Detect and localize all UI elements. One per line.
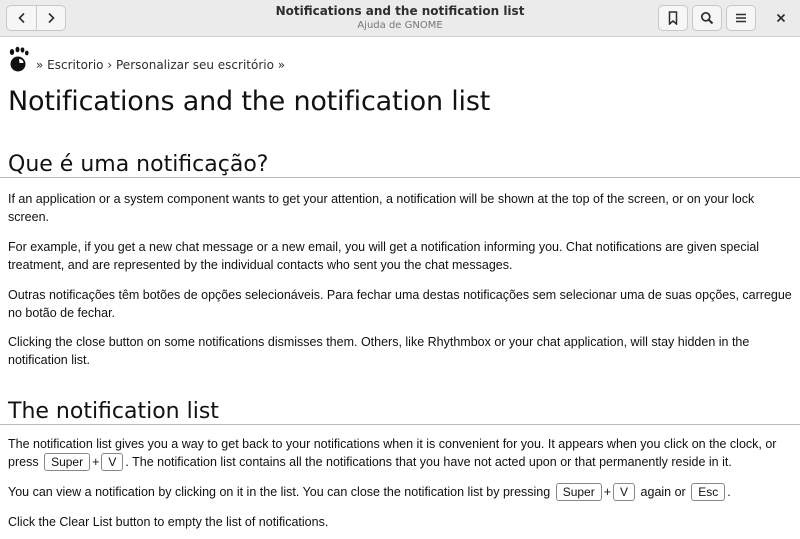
menu-button[interactable] <box>726 5 756 31</box>
key-v: V <box>613 483 636 501</box>
paragraph: Outras notificações têm botões de opções… <box>8 288 792 320</box>
key-super: Super <box>555 483 602 501</box>
back-button[interactable] <box>7 6 36 30</box>
bookmark-icon <box>668 11 678 25</box>
window-subtitle: Ajuda de GNOME <box>357 20 443 31</box>
search-icon <box>700 11 714 25</box>
paragraph-text: again or <box>640 485 686 499</box>
paragraph-text: You can view a notification by clicking … <box>8 485 551 499</box>
paragraph-text: . The notification list contains all the… <box>125 455 732 469</box>
header-bar: Notifications and the notification list … <box>0 0 800 37</box>
section-heading-notification-list: The notification list <box>0 399 800 425</box>
hamburger-menu-icon <box>736 13 746 23</box>
paragraph: For example, if you get a new chat messa… <box>8 240 760 272</box>
paragraph: If an application or a system component … <box>8 192 755 224</box>
breadcrumb-link-escritorio[interactable]: Escritorio <box>47 58 103 72</box>
close-window-button[interactable] <box>766 5 796 31</box>
section-heading-what-is-notification: Que é uma notificação? <box>0 152 800 178</box>
forward-button[interactable] <box>36 6 65 30</box>
navigation-buttons <box>6 5 66 31</box>
paragraph: You can view a notification by clicking … <box>8 483 794 501</box>
page-title: Notifications and the notification list <box>8 86 491 117</box>
gnome-foot-logo <box>9 46 29 72</box>
paragraph: Click the Clear List button to empty the… <box>8 515 329 529</box>
search-button[interactable] <box>692 5 722 31</box>
paragraph: Clicking the close button on some notifi… <box>8 335 750 367</box>
breadcrumb: » Escritorio › Personalizar seu escritór… <box>8 43 285 73</box>
paragraph-text: . <box>727 485 731 499</box>
key-plus: + <box>92 455 100 469</box>
bookmark-button[interactable] <box>658 5 688 31</box>
chevron-left-icon <box>17 12 25 24</box>
breadcrumb-link-personalizar[interactable]: Personalizar seu escritório <box>116 58 274 72</box>
chevron-right-icon <box>48 12 55 24</box>
key-plus: + <box>603 485 612 499</box>
paragraph: The notification list gives you a way to… <box>8 435 794 471</box>
breadcrumb-separator: » <box>36 58 44 72</box>
key-esc: Esc <box>691 483 726 501</box>
close-icon <box>776 13 786 23</box>
key-v: V <box>101 453 124 471</box>
breadcrumb-separator: » <box>277 58 286 72</box>
window-titles: Notifications and the notification list … <box>200 4 600 32</box>
window-title: Notifications and the notification list <box>275 4 525 18</box>
key-super: Super <box>44 453 91 471</box>
